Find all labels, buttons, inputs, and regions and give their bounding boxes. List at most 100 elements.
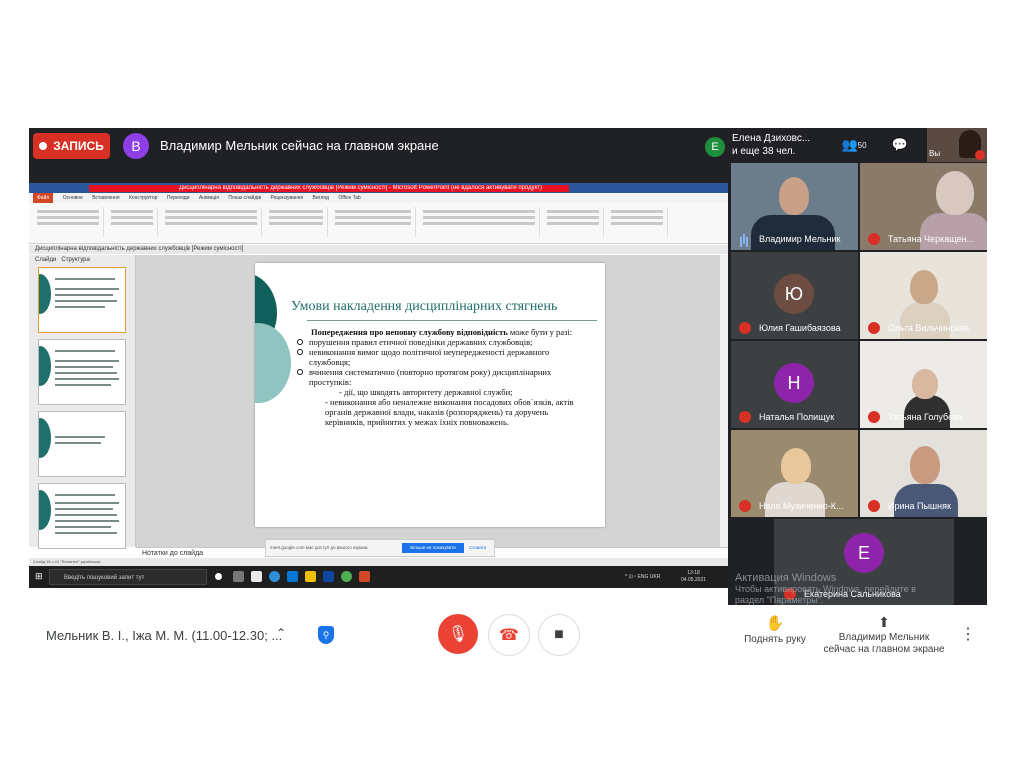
slide-decoration [255, 323, 291, 403]
ribbon-group[interactable] [331, 207, 416, 237]
ppt-tab[interactable]: Office Tab [338, 193, 360, 203]
participant-tile[interactable]: Неля Музиченко-К... [731, 430, 858, 517]
ppt-ribbon [29, 203, 728, 244]
pane-tab-outline[interactable]: Структура [61, 257, 89, 263]
ppt-tab[interactable]: Рецензування [271, 193, 304, 203]
participant-tile[interactable]: Владимир Мельник [731, 163, 858, 250]
ppt-tab[interactable]: Переходи [167, 193, 190, 203]
folder-icon[interactable] [305, 571, 316, 582]
watermark-line: раздел "Параметры". [735, 595, 824, 605]
slide-bullet: невиконання вимог щодо політичної неупер… [295, 347, 589, 367]
participant-tile[interactable]: Татьяна Голубєва [860, 341, 987, 428]
participant-tile[interactable]: Н Наталья Полищук [731, 341, 858, 428]
mic-toggle-button[interactable]: 🎙 [438, 614, 478, 654]
participant-tile-name: Татьяна Голубєва [888, 412, 963, 422]
ribbon-group[interactable] [33, 207, 104, 237]
screen-share-notice: meet.google.com має доступ до вашого екр… [265, 539, 495, 557]
chrome-icon[interactable] [341, 571, 352, 582]
raise-hand-label: Поднять руку [744, 634, 806, 645]
ppt-tab[interactable]: Вставлення [92, 193, 119, 203]
powerpoint-icon[interactable] [359, 571, 370, 582]
slide-canvas: Умови накладення дисциплінарних стягнень… [136, 255, 720, 547]
record-button[interactable]: ЗАПИСЬ [33, 133, 110, 159]
mic-off-icon [739, 500, 751, 512]
system-tray[interactable]: ^ ⊡ ⁿ ENG UKR [625, 574, 660, 580]
meet-window: ЗАПИСЬ В Владимир Мельник сейчас на глав… [29, 128, 987, 605]
mic-off-icon [868, 411, 880, 423]
slide-title: Умови накладення дисциплінарних стягнень [291, 299, 558, 314]
people-button[interactable]: 👥 50 [841, 134, 867, 156]
windows-activation-watermark: Активация Windows Чтобы активировать Win… [735, 572, 916, 606]
ppt-tab[interactable]: Анімація [199, 193, 219, 203]
camera-toggle-button[interactable]: ■ [538, 614, 580, 656]
store-icon[interactable] [251, 571, 262, 582]
participant-avatar: Е [705, 137, 725, 157]
chat-button[interactable]: 💬 [887, 134, 913, 156]
ribbon-group[interactable] [543, 207, 604, 237]
presenter-status: Владимир Мельник сейчас на главном экран… [160, 138, 439, 153]
chevron-up-icon[interactable]: ⌃ [276, 626, 286, 640]
participant-tile[interactable]: Ирина Пышняк [860, 430, 987, 517]
mail-icon[interactable] [287, 571, 298, 582]
host-controls-shield-icon[interactable]: ⚲ [318, 626, 334, 644]
ppt-tab[interactable]: Вигляд [313, 193, 329, 203]
ribbon-group[interactable] [607, 207, 668, 237]
participant-avatar: Е [844, 533, 884, 573]
present-line2: сейчас на главном экране [823, 644, 945, 655]
ppt-status-bar: Слайд 16 з 24 "Entwined" українська [29, 558, 728, 566]
mic-off-icon [975, 150, 985, 160]
people-icon: 👥 [841, 137, 858, 152]
mic-off-icon [868, 322, 880, 334]
slide-lead: Попередження про неповну службову відпов… [295, 327, 589, 337]
slide-thumbnail[interactable] [38, 483, 126, 549]
slide-thumbnail[interactable] [38, 411, 126, 477]
pane-tab-slides[interactable]: Слайди [35, 257, 56, 263]
word-icon[interactable] [323, 571, 334, 582]
phone-hangup-icon: ☎ [499, 627, 519, 644]
meeting-title[interactable]: Мельник В. І., Іжа М. М. (11.00-12.30; .… [46, 628, 282, 643]
participant-tile-name: Ольга Вильчинская [888, 323, 969, 333]
mic-off-icon: 🎙 [447, 626, 469, 643]
participant-tile[interactable]: Ю Юлия Гашибаязова [731, 252, 858, 339]
ribbon-group[interactable] [107, 207, 158, 237]
vertical-scrollbar[interactable] [720, 255, 728, 547]
slide-body: Попередження про неповну службову відпов… [295, 327, 589, 427]
slide-divider [307, 320, 597, 321]
participant-summary[interactable]: Елена Дзиховс... и еще 38 чел. [732, 132, 810, 158]
ppt-document-tab[interactable]: Дисциплінарна відповідальність державних… [29, 245, 728, 254]
slide-subitem: - дії, що шкодять авторитету державної с… [339, 387, 513, 397]
notice-dismiss-button[interactable]: Більше не показувати [402, 543, 464, 553]
taskbar-clock: 13:18 04.05.2021 [681, 570, 706, 584]
ppt-title-bar: Дисциплінарна відповідальність державних… [29, 183, 728, 193]
ppt-tab[interactable]: Основне [63, 193, 83, 203]
ppt-tab[interactable]: Показ слайдів [228, 193, 261, 203]
camera-icon: ■ [554, 626, 564, 643]
slide-thumbnail[interactable] [38, 267, 126, 333]
slide-subitem: - невиконання або неналежне виконання по… [325, 397, 574, 427]
leave-call-button[interactable]: ☎ [488, 614, 530, 656]
notice-hide-link[interactable]: Сховати [469, 545, 486, 550]
ribbon-group[interactable] [161, 207, 262, 237]
record-dot-icon [39, 142, 48, 150]
participant-tile[interactable]: Татьяна Черкащен... [860, 163, 987, 250]
widgets-icon[interactable] [233, 571, 244, 582]
present-status-button[interactable]: ⬆ Владимир Мельник сейчас на главном экран… [822, 612, 946, 656]
slide-lead-rest: може бути у разі: [507, 327, 573, 337]
raise-hand-button[interactable]: ✋ Поднять руку [735, 614, 815, 645]
slide-thumbnail[interactable] [38, 339, 126, 405]
windows-start-icon[interactable]: ⊞ [35, 572, 44, 581]
taskbar-search[interactable]: Введіть пошуковий запит тут [49, 569, 207, 585]
edge-icon[interactable] [269, 571, 280, 582]
ribbon-group[interactable] [265, 207, 328, 237]
ppt-tab[interactable]: Конструктор [129, 193, 158, 203]
ppt-ribbon-tabs: Файл Основне Вставлення Конструктор Пере… [29, 193, 728, 203]
ribbon-group[interactable] [419, 207, 540, 237]
participant-tile[interactable]: Ольга Вильчинская [860, 252, 987, 339]
task-view-icon[interactable] [215, 573, 222, 580]
current-slide[interactable]: Умови накладення дисциплінарних стягнень… [255, 263, 605, 527]
self-label: Вы [929, 149, 941, 158]
more-options-icon[interactable]: ⋮ [960, 624, 976, 644]
ppt-tab-file[interactable]: Файл [33, 193, 54, 203]
mic-off-icon [739, 411, 751, 423]
participant-avatar: Ю [774, 274, 814, 314]
